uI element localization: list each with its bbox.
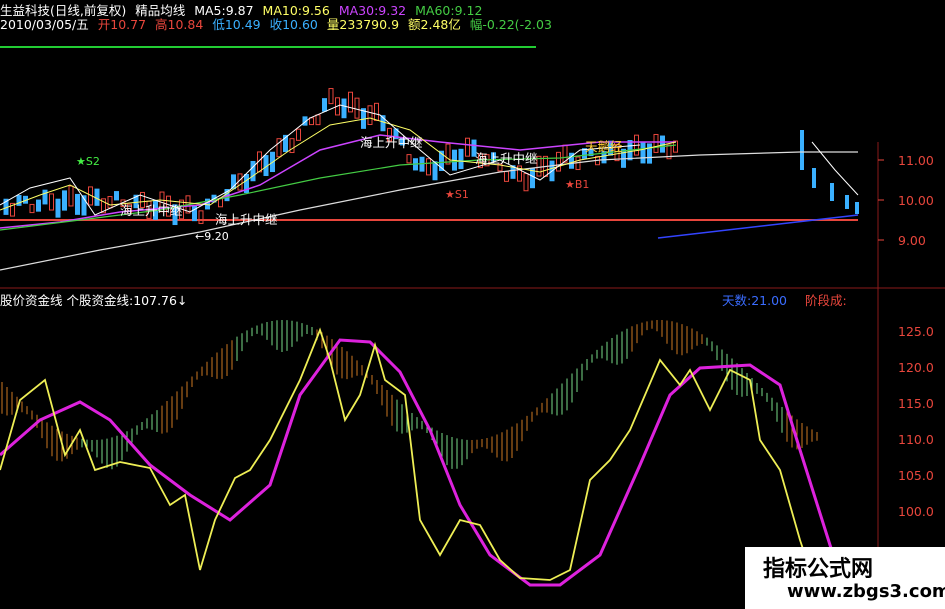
price-axis-ticks xyxy=(878,159,884,241)
candle xyxy=(250,160,256,182)
watermark: 指标公式网 www.zbgs3.com xyxy=(745,547,945,609)
side-label: 天鹅经 xyxy=(585,139,623,154)
pattern-label-2: 海上升中继 xyxy=(215,212,278,227)
sub-right-stage: 阶段成: xyxy=(805,293,847,308)
candle xyxy=(432,161,438,181)
sub-tick-120: 120.0 xyxy=(898,360,934,375)
sub-tick-110: 110.0 xyxy=(898,432,934,447)
candle xyxy=(374,102,379,121)
ma10-line xyxy=(0,117,677,211)
sub-tick-125: 125.0 xyxy=(898,324,934,339)
candle xyxy=(55,198,61,218)
right-ma xyxy=(811,141,859,196)
candle xyxy=(812,168,816,188)
candle xyxy=(653,133,659,153)
candle xyxy=(328,88,334,105)
candle xyxy=(830,183,834,201)
candle xyxy=(354,97,360,119)
candle xyxy=(107,196,113,209)
price-tick-9: 9.00 xyxy=(898,233,926,248)
sub-title: 股价资金线 个股资金线:107.76↓ xyxy=(0,293,188,308)
candle xyxy=(75,193,80,215)
candle xyxy=(465,137,470,157)
candle xyxy=(29,203,35,214)
low-marker: ←9.20 xyxy=(195,230,229,243)
fund-line-panel xyxy=(1,320,818,470)
signal-b1: ★B1 xyxy=(565,178,590,191)
candle xyxy=(296,128,301,141)
candle xyxy=(94,188,100,206)
candle xyxy=(218,198,223,208)
watermark-url: www.zbgs3.com xyxy=(787,581,945,602)
candle xyxy=(845,195,849,209)
candle xyxy=(309,117,314,126)
candle xyxy=(640,142,646,164)
signal-s1: ★S1 xyxy=(445,188,469,201)
candle xyxy=(49,193,54,211)
candle xyxy=(198,210,204,224)
watermark-title: 指标公式网 xyxy=(763,557,874,582)
candle xyxy=(289,138,295,154)
candle xyxy=(42,189,48,205)
candle xyxy=(322,98,327,112)
candle xyxy=(556,151,561,172)
price-tick-11: 11.00 xyxy=(898,153,934,168)
candle xyxy=(530,168,535,189)
pattern-label-3: 海上升中继 xyxy=(360,135,423,150)
candle xyxy=(367,105,373,125)
candle xyxy=(341,98,347,119)
candle xyxy=(36,199,41,212)
pattern-label-4: 海上升中继 xyxy=(475,151,538,166)
candle xyxy=(458,148,464,170)
sub-right-days: 天数:21.00 xyxy=(722,293,787,308)
candle xyxy=(660,135,665,153)
price-tick-10: 10.00 xyxy=(898,193,934,208)
blue-trend xyxy=(657,214,859,239)
candle xyxy=(114,191,119,201)
candle xyxy=(315,114,321,126)
candle xyxy=(62,190,67,211)
candle xyxy=(523,173,529,192)
sub-tick-105: 105.0 xyxy=(898,468,934,483)
candle xyxy=(348,91,353,113)
signal-s2: ★S2 xyxy=(76,155,100,168)
candle xyxy=(647,143,652,164)
candle xyxy=(192,205,197,222)
sub-tick-115: 115.0 xyxy=(898,396,934,411)
candle xyxy=(406,154,412,164)
sub-tick-100: 100.0 xyxy=(898,504,934,519)
candle xyxy=(855,202,859,214)
candle xyxy=(68,185,74,207)
pattern-label: 海上升中继 xyxy=(120,203,183,218)
candle xyxy=(426,158,431,176)
candle xyxy=(445,143,451,165)
candle xyxy=(504,171,509,182)
candle xyxy=(536,155,542,177)
candle xyxy=(800,130,804,170)
